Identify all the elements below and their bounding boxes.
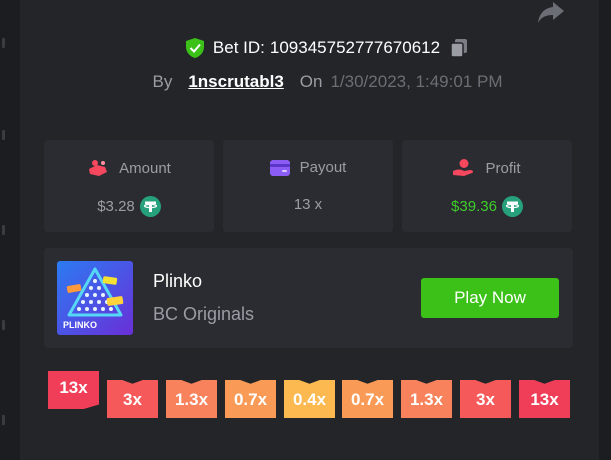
left-edge <box>0 0 20 460</box>
multiplier-bucket: 1.3x <box>401 380 452 418</box>
edge-mark <box>2 130 5 140</box>
tether-icon <box>501 196 523 217</box>
multiplier-bucket: 0.7x <box>225 380 276 418</box>
game-name[interactable]: Plinko <box>153 271 202 292</box>
game-thumb-text: PLINKO <box>63 320 97 330</box>
hand-coin-icon <box>453 159 474 176</box>
payout-label: Payout <box>299 159 347 176</box>
profit-label: Profit <box>485 159 521 177</box>
amount-card: Amount $3.28 <box>44 140 214 232</box>
username-link[interactable]: 1nscrutabl3 <box>188 72 283 92</box>
shield-check-icon <box>185 38 204 58</box>
multiplier-bucket: 3x <box>460 380 511 418</box>
game-provider: BC Originals <box>153 304 255 324</box>
right-edge <box>599 0 611 460</box>
game-thumbnail[interactable]: PLINKO <box>57 261 133 335</box>
multiplier-bucket: 1.3x <box>166 380 217 418</box>
copy-icon[interactable] <box>449 38 469 58</box>
bet-meta-row: By 1nscrutabl3 On 1/30/2023, 1:49:01 PM <box>20 72 611 92</box>
amount-label: Amount <box>119 159 171 177</box>
bet-detail-panel: Bet ID: 109345752777670612 By 1nscrutabl… <box>20 0 599 460</box>
bet-id-label: Bet ID: <box>212 38 265 57</box>
payout-value: 13 x <box>293 196 323 213</box>
on-label: On <box>299 72 323 91</box>
by-label: By <box>152 72 173 91</box>
coins-icon <box>89 160 108 176</box>
bet-id-row: Bet ID: 109345752777670612 <box>20 38 611 63</box>
edge-mark <box>2 320 5 330</box>
amount-value: $3.28 <box>97 198 135 215</box>
wallet-icon <box>269 159 290 176</box>
multiplier-bucket: 13x <box>48 371 99 409</box>
payout-card: Payout 13 x <box>223 140 393 232</box>
profit-card: Profit $39.36 <box>402 140 572 232</box>
multiplier-bucket: 0.4x <box>284 380 335 418</box>
edge-mark <box>2 38 5 48</box>
game-card: PLINKO Plinko BC Originals Play Now <box>44 248 573 348</box>
multiplier-bucket: 13x <box>519 380 570 418</box>
play-now-button[interactable]: Play Now <box>421 278 559 318</box>
edge-mark <box>2 225 5 235</box>
bet-date: 1/30/2023, 1:49:01 PM <box>330 72 503 91</box>
bet-id-value: 109345752777670612 <box>269 38 441 57</box>
profit-value: $39.36 <box>451 198 497 215</box>
multiplier-bucket: 3x <box>107 380 158 418</box>
edge-mark <box>2 415 5 425</box>
tether-icon <box>139 196 161 217</box>
multiplier-bucket: 0.7x <box>342 380 393 418</box>
share-icon[interactable] <box>536 0 566 26</box>
